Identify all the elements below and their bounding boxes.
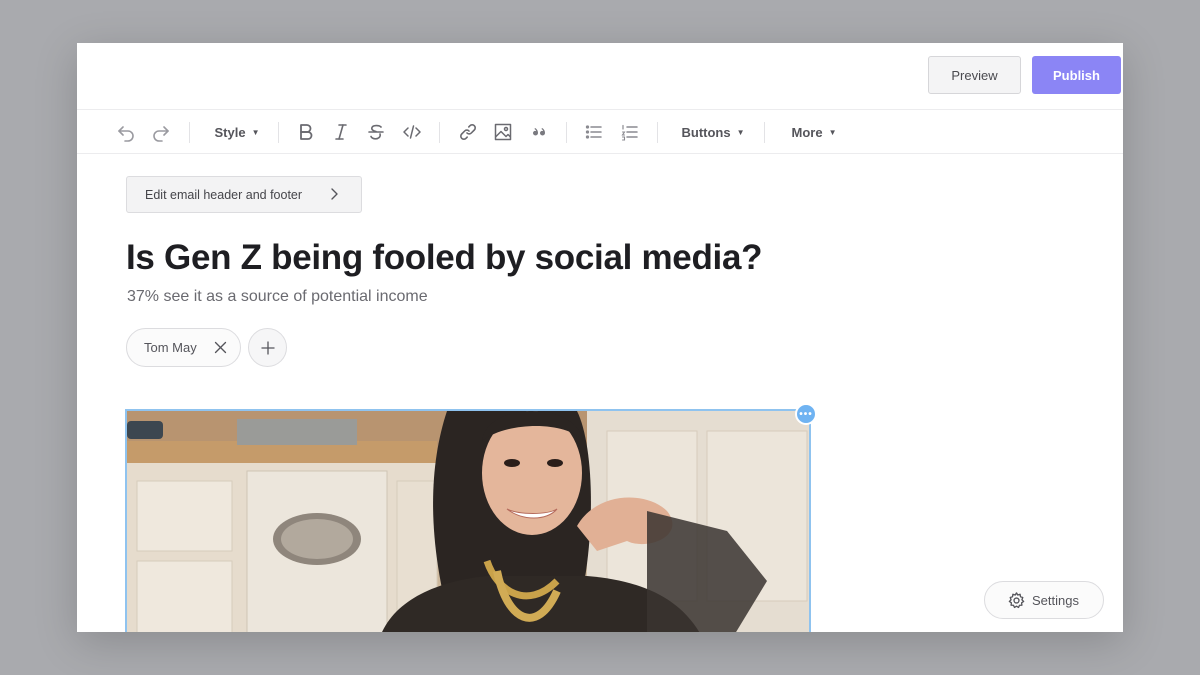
edit-header-footer-label: Edit email header and footer (145, 187, 303, 202)
link-icon[interactable] (457, 110, 479, 154)
image-icon[interactable] (492, 110, 514, 154)
style-dropdown-label: Style (214, 124, 246, 140)
strikethrough-icon[interactable] (365, 110, 387, 154)
toolbar-divider (764, 122, 765, 143)
add-author-button[interactable] (248, 328, 287, 367)
buttons-dropdown-label: Buttons (681, 124, 731, 140)
italic-icon[interactable] (330, 110, 352, 154)
settings-label: Settings (1032, 592, 1079, 608)
plus-icon (260, 340, 275, 355)
editor-window: Preview Publish Style ▼ Buttons ▼ More ▼… (77, 43, 1123, 632)
toolbar-divider (566, 122, 567, 143)
toolbar-divider (189, 122, 190, 143)
publish-button[interactable]: Publish (1032, 56, 1121, 94)
style-dropdown[interactable]: Style ▼ (207, 110, 267, 154)
preview-button[interactable]: Preview (928, 56, 1021, 94)
chevron-down-icon: ▼ (828, 127, 837, 137)
quote-icon[interactable] (528, 110, 550, 154)
numbered-list-icon[interactable] (619, 110, 641, 154)
toolbar-divider (278, 122, 279, 143)
more-dropdown-label: More (791, 124, 823, 140)
close-icon[interactable] (213, 340, 228, 355)
bullet-list-icon[interactable] (583, 110, 605, 154)
chevron-down-icon: ▼ (251, 127, 260, 137)
post-image[interactable] (125, 409, 811, 632)
top-bar: Preview Publish (77, 43, 1123, 109)
author-chip[interactable]: Tom May (126, 328, 241, 367)
chevron-down-icon: ▼ (736, 127, 745, 137)
buttons-dropdown[interactable]: Buttons ▼ (675, 110, 751, 154)
code-icon[interactable] (400, 110, 424, 154)
settings-button[interactable]: Settings (984, 581, 1104, 619)
toolbar-divider (439, 122, 440, 143)
bold-icon[interactable] (295, 110, 317, 154)
image-options-handle[interactable]: ••• (795, 403, 817, 425)
toolbar-divider (657, 122, 658, 143)
more-dropdown[interactable]: More ▼ (781, 110, 847, 154)
post-title[interactable]: Is Gen Z being fooled by social media? (126, 238, 1026, 278)
edit-header-footer-button[interactable]: Edit email header and footer (126, 176, 362, 213)
post-photo (127, 411, 809, 632)
author-name: Tom May (144, 340, 197, 355)
formatting-toolbar: Style ▼ Buttons ▼ More ▼ (77, 109, 1123, 154)
undo-icon[interactable] (115, 110, 137, 154)
redo-icon[interactable] (150, 110, 172, 154)
chevron-right-icon (331, 188, 338, 200)
post-subtitle[interactable]: 37% see it as a source of potential inco… (127, 288, 428, 306)
gear-icon (1008, 591, 1025, 608)
